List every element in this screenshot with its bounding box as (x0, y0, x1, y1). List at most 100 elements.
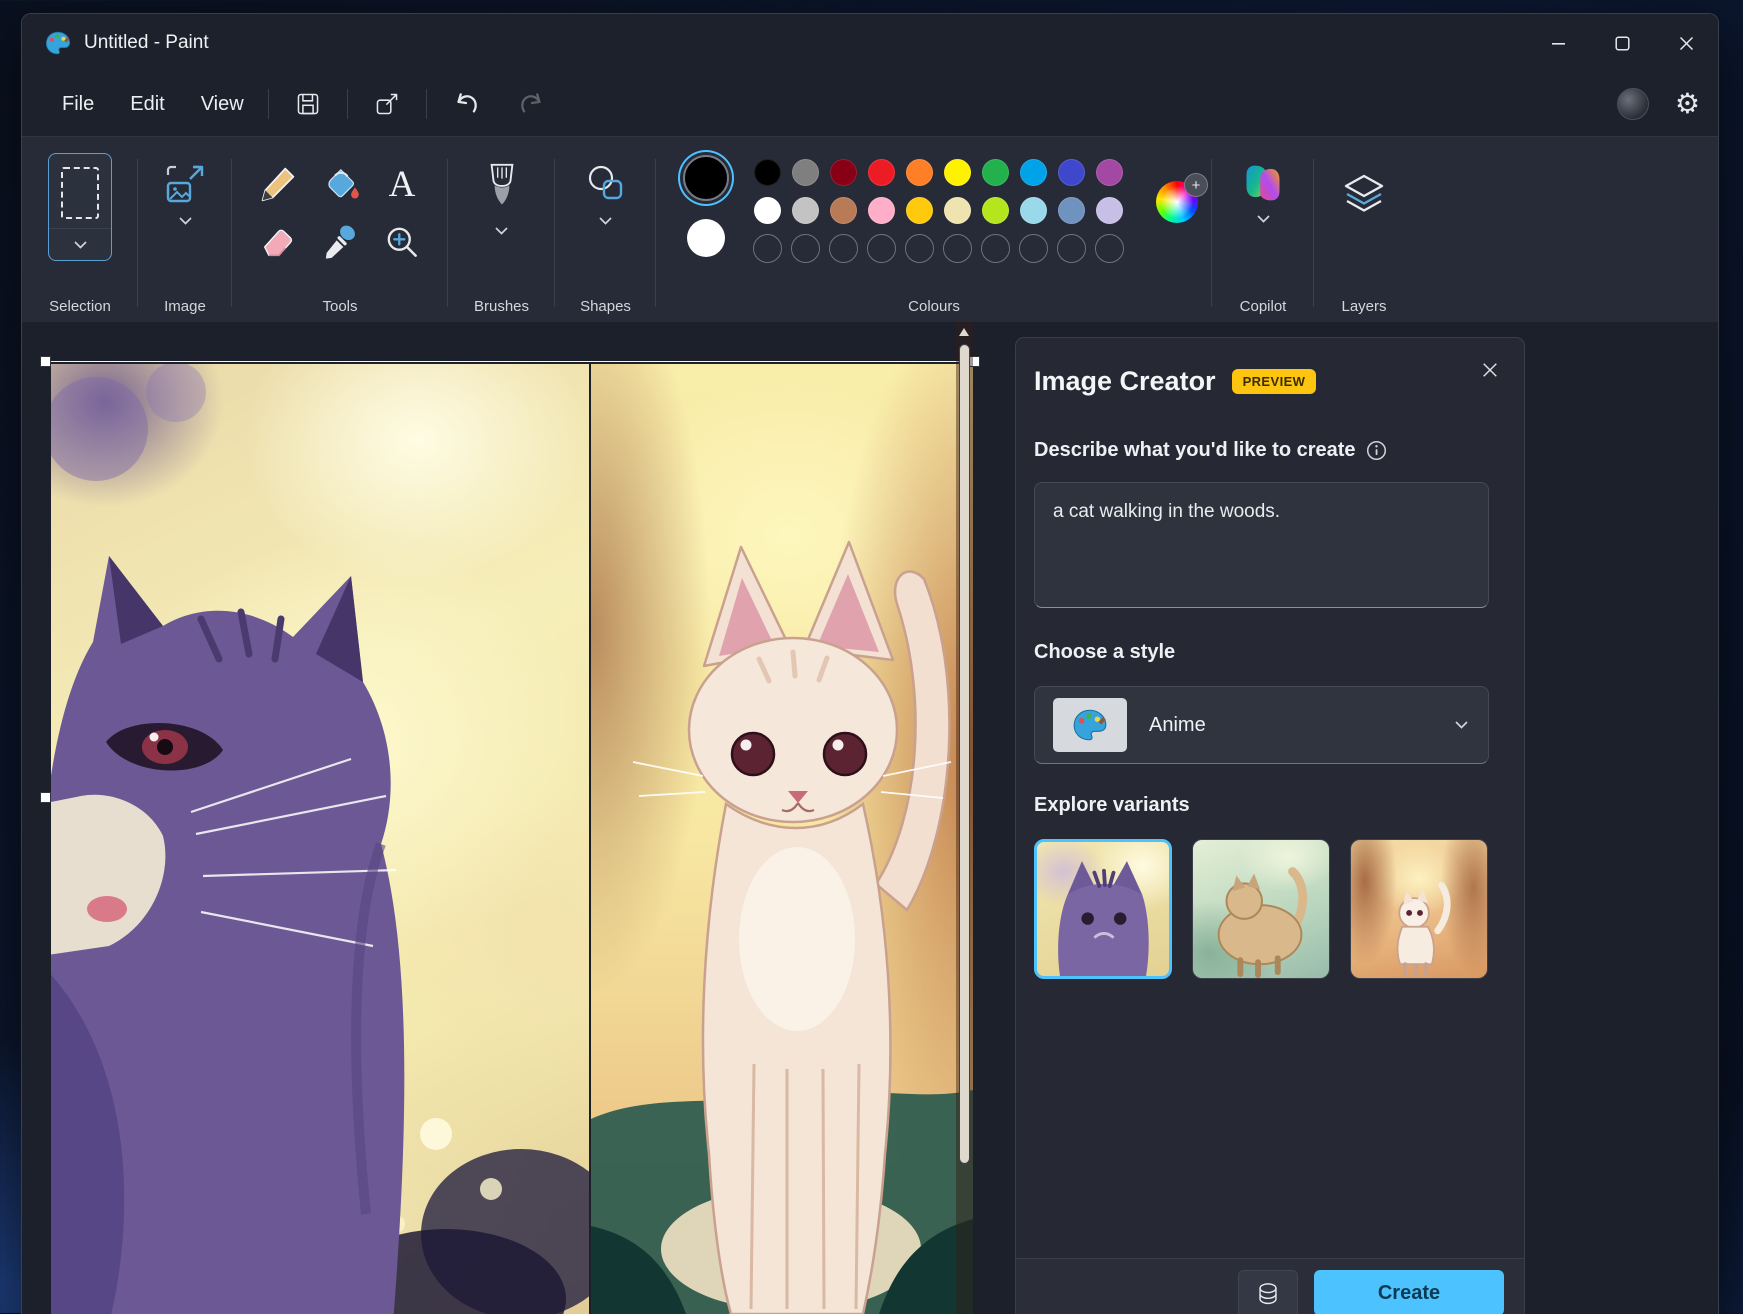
maximize-icon (1615, 36, 1630, 51)
close-button[interactable] (1654, 14, 1718, 72)
colour-swatch[interactable] (792, 159, 819, 186)
undo-button[interactable] (451, 89, 481, 119)
settings-gear-icon[interactable]: ⚙ (1675, 90, 1700, 118)
panel-footer: Create (1016, 1258, 1524, 1314)
menu-view[interactable]: View (183, 85, 262, 124)
empty-colour-slot[interactable] (943, 234, 972, 263)
minimize-icon (1551, 36, 1566, 51)
menu-file[interactable]: File (44, 85, 112, 124)
colour-swatch[interactable] (830, 159, 857, 186)
share-icon (373, 90, 401, 118)
layers-icon (1340, 169, 1388, 217)
shapes-button[interactable] (583, 161, 629, 225)
colour-swatch[interactable] (754, 197, 781, 224)
empty-colour-slot[interactable] (829, 234, 858, 263)
save-button[interactable] (293, 89, 323, 119)
redo-button[interactable] (517, 89, 547, 119)
eraser-icon (258, 222, 298, 262)
colour-swatch[interactable] (1020, 159, 1047, 186)
fill-tool-button[interactable] (310, 156, 370, 212)
style-dropdown[interactable]: Anime (1034, 686, 1489, 764)
colour-swatch[interactable] (906, 159, 933, 186)
variant-thumbnail-3[interactable] (1350, 839, 1488, 979)
cream-cat-artwork (591, 364, 973, 1314)
canvas-vertical-scrollbar[interactable] (956, 322, 973, 1314)
scroll-up-arrow-icon[interactable] (959, 328, 969, 336)
eraser-tool-button[interactable] (248, 214, 308, 270)
colour-swatch[interactable] (982, 197, 1009, 224)
maximize-button[interactable] (1590, 14, 1654, 72)
colour-swatch[interactable] (906, 197, 933, 224)
minimize-button[interactable] (1526, 14, 1590, 72)
shapes-icon (583, 161, 629, 207)
empty-colour-slot[interactable] (867, 234, 896, 263)
image-tool-button[interactable] (162, 161, 208, 225)
image-resize-icon (162, 161, 208, 207)
prompt-input[interactable]: a cat walking in the woods. (1034, 482, 1489, 608)
copilot-button[interactable] (1239, 161, 1287, 223)
text-tool-button[interactable]: A (372, 156, 432, 212)
colour-swatch[interactable] (868, 159, 895, 186)
colour-swatch[interactable] (1058, 159, 1085, 186)
empty-colour-slot[interactable] (1095, 234, 1124, 263)
variant-list (1034, 839, 1524, 979)
selection-handle-top-left[interactable] (40, 356, 51, 367)
foreground-colour-swatch[interactable] (683, 155, 729, 201)
eyedropper-tool-button[interactable] (310, 214, 370, 270)
window-title: Untitled - Paint (84, 32, 209, 54)
create-button[interactable]: Create (1314, 1270, 1504, 1314)
info-icon[interactable] (1366, 440, 1387, 461)
share-button[interactable] (372, 89, 402, 119)
group-label-copilot: Copilot (1212, 298, 1314, 315)
colour-swatch[interactable] (830, 197, 857, 224)
group-label-brushes: Brushes (448, 298, 555, 315)
panel-close-button[interactable] (1474, 354, 1506, 386)
menu-bar: File Edit View (22, 72, 1718, 136)
title-bar: Untitled - Paint (22, 14, 1718, 72)
scrollbar-thumb[interactable] (959, 344, 970, 1164)
colour-swatch[interactable] (1096, 197, 1123, 224)
account-avatar[interactable] (1617, 88, 1649, 120)
background-colour-swatch[interactable] (687, 219, 725, 257)
colour-swatch[interactable] (1020, 197, 1047, 224)
ribbon-group-layers: Layers (1314, 137, 1414, 323)
colour-swatch[interactable] (944, 197, 971, 224)
empty-colour-slot[interactable] (905, 234, 934, 263)
variant-thumbnail-1[interactable] (1034, 839, 1172, 979)
paint-app-icon (44, 29, 72, 57)
magnifier-tool-button[interactable] (372, 214, 432, 270)
colour-swatch[interactable] (868, 197, 895, 224)
empty-colour-slot[interactable] (1057, 234, 1086, 263)
colour-swatch[interactable] (982, 159, 1009, 186)
brush-icon (483, 161, 521, 217)
pencil-tool-button[interactable] (248, 156, 308, 212)
empty-colour-slot[interactable] (1019, 234, 1048, 263)
colour-swatch[interactable] (1058, 197, 1085, 224)
empty-colour-slot[interactable] (791, 234, 820, 263)
purple-cat-artwork (51, 364, 589, 1314)
colour-swatch[interactable] (792, 197, 819, 224)
fill-bucket-icon (320, 164, 360, 204)
colour-swatch[interactable] (1096, 159, 1123, 186)
selection-dropdown[interactable] (49, 228, 111, 260)
empty-colour-slot[interactable] (753, 234, 782, 263)
canvas-image-right[interactable] (591, 364, 973, 1314)
layers-button[interactable] (1340, 169, 1388, 217)
canvas-image-left[interactable] (51, 364, 589, 1314)
eyedropper-icon (320, 222, 360, 262)
edit-colours-button[interactable]: + (1156, 181, 1202, 227)
variant-thumbnail-2[interactable] (1192, 839, 1330, 979)
copilot-icon (1239, 161, 1287, 205)
colour-swatch[interactable] (944, 159, 971, 186)
plus-icon: + (1184, 173, 1208, 197)
selection-tool-button[interactable] (48, 153, 112, 261)
close-icon (1481, 361, 1499, 379)
selection-handle-left-middle[interactable] (40, 792, 51, 803)
brushes-button[interactable] (483, 161, 521, 235)
empty-colour-slot[interactable] (981, 234, 1010, 263)
credits-button[interactable] (1238, 1270, 1298, 1314)
chevron-down-icon (1455, 721, 1468, 729)
coins-icon (1255, 1280, 1281, 1308)
menu-edit[interactable]: Edit (112, 85, 182, 124)
colour-swatch[interactable] (754, 159, 781, 186)
